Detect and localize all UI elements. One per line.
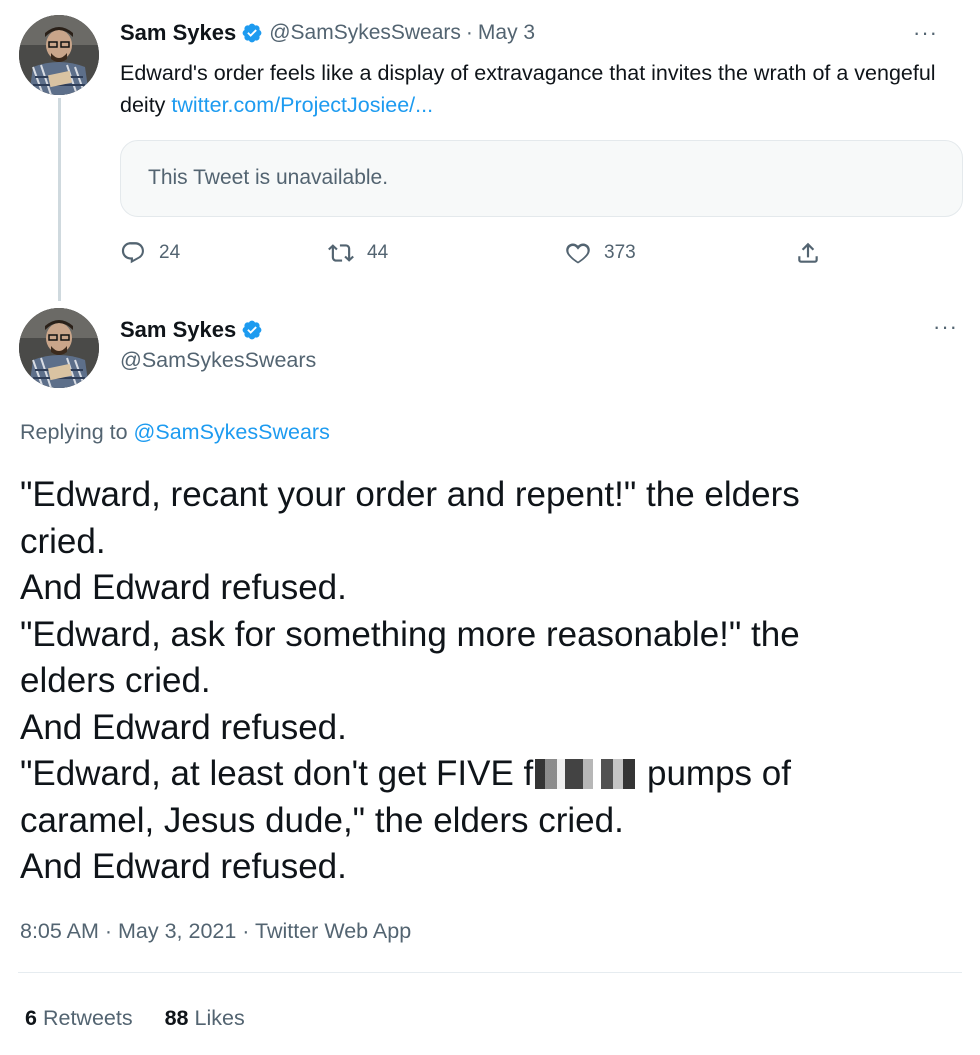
more-options-icon[interactable]: ··· [933,316,958,338]
tweet-line: And Edward refused. [20,847,347,886]
replying-to: Replying to @SamSykesSwears [20,420,330,445]
pixelated-censor [535,759,636,789]
tweet-author-row: Sam Sykes [120,313,263,347]
tweet-line: "Edward, at least don't get FIVE f pumps… [20,751,970,798]
likes-count: 88 [164,1006,189,1030]
more-options-icon[interactable]: ··· [913,22,938,44]
avatar-image [19,308,99,388]
tweet-header: Sam Sykes @SamSykesSwears · May 3 ··· [120,17,960,49]
tweet-date[interactable]: May 3 [478,21,535,45]
tweet-line-part: pumps of [637,754,791,793]
tweet-line: elders cried. [20,661,211,700]
author-name[interactable]: Sam Sykes [120,20,236,46]
tweet-text: Edward's order feels like a display of e… [120,57,970,121]
author-handle[interactable]: @SamSykesSwears [269,21,461,45]
retweets-label: Retweets [42,1006,133,1030]
retweet-icon [328,244,354,262]
replying-handle-link[interactable]: @SamSykesSwears [134,420,330,444]
share-button[interactable] [795,235,821,271]
tweet-line-part: "Edward, at least don't get FIVE f [20,754,534,793]
author-name[interactable]: Sam Sykes [120,317,236,343]
tweet-line: cried. [20,521,106,561]
like-icon [566,243,590,264]
retweets-stat[interactable]: 6 Retweets [25,1006,133,1031]
tweet-line: And Edward refused. [20,707,347,747]
tweet-line: And Edward refused. [20,568,347,607]
tweet-link[interactable]: twitter.com/ProjectJosiee/... [171,93,433,117]
tweet-timestamp[interactable]: 8:05 AM · May 3, 2021 · Twitter Web App [20,919,411,944]
tweet-actions: 24 44 373 [120,235,840,271]
retweets-count: 6 [25,1006,37,1030]
verified-badge-icon [241,22,263,44]
avatar[interactable] [19,308,99,388]
likes-stat[interactable]: 88 Likes [165,1006,245,1031]
quoted-tweet-unavailable-text: This Tweet is unavailable. [148,166,389,189]
avatar-image [19,15,99,95]
retweet-count: 44 [367,242,389,263]
share-icon [798,242,818,263]
replying-prefix: Replying to [20,420,134,444]
avatar[interactable] [19,15,99,95]
reply-button[interactable]: 24 [120,235,180,271]
tweet-line: "Edward, ask for something more reasonab… [20,614,800,654]
like-count: 373 [604,242,636,263]
divider [18,972,962,973]
reply-icon [121,242,144,264]
tweet-line: "Edward, recant your order and repent!" … [20,475,800,514]
thread-connector-line [58,98,61,301]
author-handle[interactable]: @SamSykesSwears [120,348,316,373]
tweet-line: caramel, Jesus dude," the elders cried. [20,800,624,840]
like-button[interactable]: 373 [565,235,636,271]
reply-count: 24 [159,242,181,263]
separator-dot: · [465,21,473,44]
likes-label: Likes [194,1006,245,1030]
tweet-body: "Edward, recant your order and repent!" … [20,472,970,891]
retweet-button[interactable]: 44 [328,235,388,271]
verified-badge-icon [241,319,263,341]
tweet-stats: 6 Retweets 88 Likes [25,1006,277,1031]
quoted-tweet-card[interactable]: This Tweet is unavailable. [120,140,963,217]
